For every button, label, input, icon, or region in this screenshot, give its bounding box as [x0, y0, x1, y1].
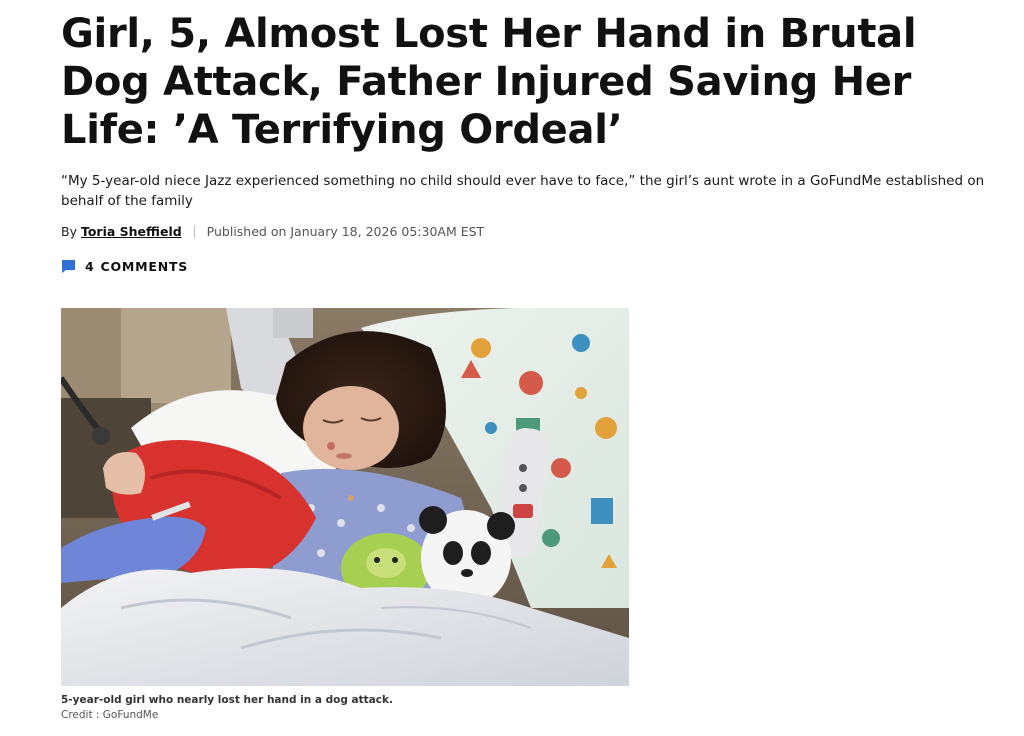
image-credit: Credit : GoFundMe: [61, 709, 159, 721]
article-headline: Girl, 5, Almost Lost Her Hand in Brutal …: [61, 11, 917, 153]
article-dek: “My 5-year-old niece Jazz experienced so…: [61, 173, 985, 209]
comments-word: COMMENTS: [100, 259, 189, 274]
comments-count: 4: [85, 259, 95, 274]
byline: By Toria Sheffield Published on January …: [61, 224, 484, 240]
image-caption: 5-year-old girl who nearly lost her hand…: [61, 694, 393, 706]
article-photo: [61, 308, 629, 686]
byline-divider: [193, 225, 195, 238]
comments-label: 4 COMMENTS: [85, 259, 188, 274]
comment-bubble-icon: [61, 259, 76, 274]
byline-prefix: By: [61, 224, 77, 239]
publish-date: Published on January 18, 2026 05:30AM ES…: [206, 224, 485, 239]
hospital-bed-photo: [61, 308, 629, 686]
comments-button[interactable]: 4 COMMENTS: [61, 259, 188, 274]
author-link[interactable]: Toria Sheffield: [81, 224, 182, 239]
